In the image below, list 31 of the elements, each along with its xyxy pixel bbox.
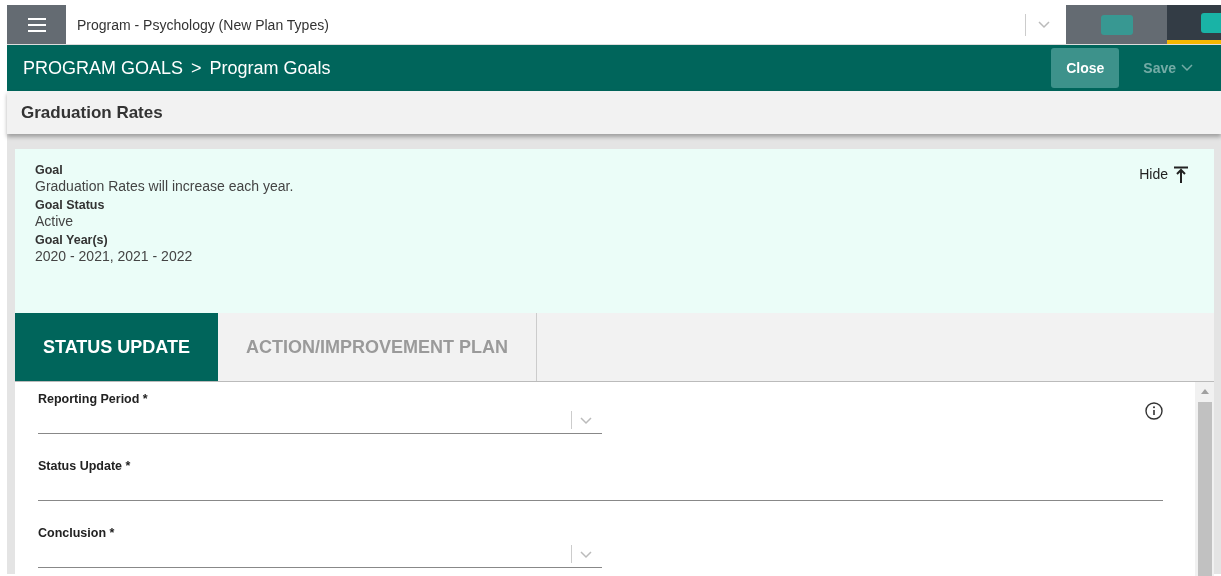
tab[interactable]: STATUS UPDATE: [15, 313, 218, 381]
breadcrumb-section[interactable]: PROGRAM GOALS: [23, 57, 184, 79]
toolbar-tile-button[interactable]: [1066, 5, 1167, 44]
toolbar-tile-button[interactable]: [1167, 5, 1221, 44]
detail-value: 2020 - 2021, 2021 - 2022: [35, 248, 194, 264]
page-title: Program Goals: [209, 57, 331, 79]
detail-label: Goal: [35, 163, 64, 177]
menu-icon: [27, 17, 46, 32]
detail-value: Graduation Rates will increase each year.: [35, 178, 295, 194]
detail-value: Active: [35, 213, 75, 229]
info-icon[interactable]: [1145, 402, 1163, 420]
section-title-bar: Graduation Rates: [7, 91, 1221, 134]
close-button[interactable]: Close: [1051, 48, 1120, 88]
hide-link[interactable]: Hide: [1133, 163, 1194, 183]
tile-icon: [1201, 12, 1221, 33]
detail-label: Goal Status: [35, 198, 106, 212]
scrollbar-thumb[interactable]: [1197, 402, 1212, 576]
field-label: Reporting Period *: [38, 392, 149, 406]
scroll-up-icon[interactable]: [1200, 389, 1209, 394]
chevron-down-icon: [580, 416, 592, 425]
field-label: Status Update *: [38, 459, 132, 473]
chevron-down-icon: [1181, 64, 1193, 72]
program-select[interactable]: Program - Psychology (New Plan Types): [66, 5, 1066, 44]
collapse-up-icon: [1174, 166, 1188, 183]
breadcrumb-separator: >: [191, 57, 202, 79]
detail-label: Goal Year(s): [35, 233, 109, 247]
field-label: Conclusion *: [38, 526, 116, 540]
tile-icon: [1100, 14, 1133, 35]
chevron-down-icon: [580, 550, 592, 559]
chevron-down-icon: [1038, 20, 1050, 29]
menu-button[interactable]: [7, 5, 66, 44]
